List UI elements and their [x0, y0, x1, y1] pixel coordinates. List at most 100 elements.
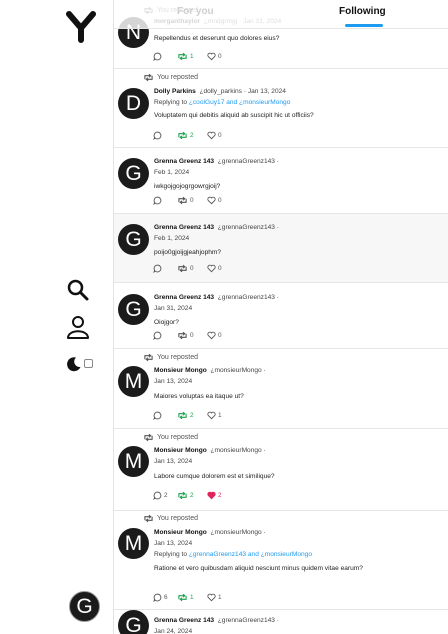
like-button[interactable]: 2: [207, 491, 222, 500]
search-icon[interactable]: [66, 278, 90, 302]
author-handle[interactable]: ¿grennaGreenz143: [218, 158, 275, 165]
post[interactable]: You reposted M Monsieur Mongo ¿monsieurMon…: [114, 349, 448, 429]
author-avatar[interactable]: G: [118, 158, 149, 189]
post-meta: Grenna Greenz 143 ¿grennaGreenz143 ·: [154, 224, 279, 231]
like-button[interactable]: 0: [207, 131, 222, 140]
author-avatar[interactable]: G: [118, 294, 149, 325]
post-date-line: Feb 1, 2024: [154, 169, 189, 176]
reply-icon: [153, 264, 162, 273]
like-button[interactable]: 1: [207, 593, 222, 602]
reply-button[interactable]: [153, 264, 177, 273]
reply-button[interactable]: [153, 196, 177, 205]
author-handle[interactable]: ¿dolly_parkins: [199, 88, 242, 95]
author-name[interactable]: Grenna Greenz 143: [154, 294, 214, 301]
timeline-header: For you Following: [114, 0, 448, 29]
repost-button[interactable]: 1: [177, 52, 207, 61]
author-avatar[interactable]: G: [118, 610, 149, 634]
author-avatar[interactable]: M: [118, 446, 149, 477]
tab-for-you[interactable]: For you: [177, 6, 214, 17]
reply-icon: [153, 331, 162, 340]
post[interactable]: G Grenna Greenz 143 ¿grennaGreenz143 · Jan…: [114, 610, 448, 634]
reply-button[interactable]: [153, 411, 177, 420]
author-handle[interactable]: ¿monsieurMongo: [210, 529, 261, 536]
like-button[interactable]: 0: [207, 52, 222, 61]
post-date-line: Jan 31, 2024: [154, 305, 192, 312]
reply-icon: [153, 131, 162, 140]
repost-button[interactable]: 1: [177, 593, 207, 602]
author-name[interactable]: Dolly Parkins: [154, 88, 196, 95]
repost-small-icon: [143, 353, 154, 362]
repost-small-icon: [143, 73, 154, 82]
author-handle[interactable]: ¿grennaGreenz143: [218, 294, 275, 301]
post-date: Jan 31, 2024: [154, 305, 193, 312]
reply-button[interactable]: [153, 331, 177, 340]
reply-button[interactable]: 2: [153, 491, 177, 500]
repost-button[interactable]: 2: [177, 131, 207, 140]
author-handle[interactable]: ¿grennaGreenz143: [218, 224, 275, 231]
post-actions: 21: [153, 411, 222, 420]
sidebar: G: [0, 0, 113, 634]
replying-to: Replying to ¿grennaGreenz143 and ¿monsie…: [154, 551, 312, 558]
author-name[interactable]: Monsieur Mongo: [154, 367, 207, 374]
author-avatar[interactable]: D: [118, 88, 149, 119]
repost-icon: [177, 52, 188, 61]
post-body: Ratione et vero quibusdam aliquid nesciu…: [154, 565, 363, 572]
repost-count: 1: [190, 594, 194, 601]
repost-button[interactable]: 0: [177, 196, 207, 205]
repost-button[interactable]: 0: [177, 264, 207, 273]
author-handle[interactable]: ¿monsieurMongo: [210, 367, 261, 374]
author-name[interactable]: Monsieur Mongo: [154, 529, 207, 536]
reply-mentions[interactable]: ¿coolGuy17 and ¿monsieurMongo: [189, 99, 291, 106]
author-handle[interactable]: ¿monsieurMongo: [210, 447, 261, 454]
my-avatar[interactable]: G: [69, 591, 100, 622]
repost-icon: [177, 411, 188, 420]
like-button[interactable]: 0: [207, 196, 222, 205]
avatar-letter: G: [125, 161, 142, 185]
reply-button[interactable]: [153, 131, 177, 140]
post[interactable]: You reposted M Monsieur Mongo ¿monsieurMon…: [114, 511, 448, 610]
post-date: Feb 1, 2024: [154, 169, 190, 176]
author-avatar[interactable]: G: [118, 224, 149, 255]
reply-button[interactable]: [153, 52, 177, 61]
post-actions: 10: [153, 52, 222, 61]
like-button[interactable]: 0: [207, 264, 222, 273]
avatar-letter: G: [125, 613, 142, 634]
avatar-letter: M: [124, 369, 143, 393]
heart-icon: [207, 331, 216, 340]
author-handle[interactable]: ¿grennaGreenz143: [218, 617, 275, 624]
repost-icon: [177, 593, 188, 602]
author-name[interactable]: Grenna Greenz 143: [154, 617, 214, 624]
reposted-label: You reposted: [157, 515, 198, 522]
post[interactable]: G Grenna Greenz 143 ¿grennaGreenz143 · Feb…: [114, 214, 448, 283]
active-tab-indicator: [345, 24, 383, 27]
repost-button[interactable]: 2: [177, 491, 207, 500]
author-name[interactable]: Monsieur Mongo: [154, 447, 207, 454]
author-name[interactable]: Grenna Greenz 143: [154, 158, 214, 165]
post-date-line: Jan 13, 2024: [154, 458, 192, 465]
profile-icon[interactable]: [66, 314, 90, 340]
post[interactable]: You reposted M Monsieur Mongo ¿monsieurMon…: [114, 429, 448, 511]
reply-button[interactable]: 6: [153, 593, 177, 602]
reply-mentions[interactable]: ¿grennaGreenz143 and ¿monsieurMongo: [189, 551, 312, 558]
like-count: 0: [218, 265, 222, 272]
reply-count: 6: [164, 594, 168, 601]
author-name[interactable]: Grenna Greenz 143: [154, 224, 214, 231]
repost-button[interactable]: 2: [177, 411, 207, 420]
reply-icon: [153, 593, 162, 602]
dark-mode-moon-icon: [66, 356, 82, 372]
repost-indicator: You reposted: [143, 73, 198, 82]
heart-icon: [207, 131, 216, 140]
post[interactable]: G Grenna Greenz 143 ¿grennaGreenz143 · Feb…: [114, 148, 448, 214]
dark-mode-checkbox[interactable]: [84, 359, 93, 368]
like-button[interactable]: 0: [207, 331, 222, 340]
reply-icon: [153, 491, 162, 500]
post[interactable]: You reposted D Dolly Parkins ¿dolly_parkin…: [114, 69, 448, 148]
y-logo[interactable]: [66, 11, 96, 43]
tab-following[interactable]: Following: [339, 6, 386, 17]
repost-count: 2: [190, 492, 194, 499]
like-button[interactable]: 1: [207, 411, 222, 420]
post[interactable]: G Grenna Greenz 143 ¿grennaGreenz143 · Jan…: [114, 283, 448, 349]
author-avatar[interactable]: M: [118, 366, 149, 397]
author-avatar[interactable]: M: [118, 528, 149, 559]
repost-button[interactable]: 0: [177, 331, 207, 340]
